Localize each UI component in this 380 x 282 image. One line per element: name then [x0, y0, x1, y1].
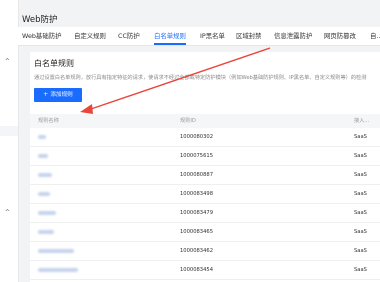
tab-whitelist-rules[interactable]: 白名单规则 [154, 27, 186, 45]
rule-id: 1000083462 [180, 248, 214, 254]
column-header-rule-id: 规则ID [180, 118, 196, 124]
rule-name-redacted [38, 223, 54, 241]
whitelist-card: 白名单规则 通过设置白名单规则，放行具有指定特征的请求，使请求不经过全部或特定防… [30, 52, 380, 282]
table-row[interactable]: 1000075615 SaaS [30, 147, 380, 166]
rule-access: SaaS [354, 267, 367, 273]
rule-id: 1000080302 [180, 134, 214, 140]
table-header: 规则名称 规则ID 接入... [30, 114, 380, 128]
column-header-rule-name: 规则名称 [38, 118, 59, 124]
table-row[interactable]: 1000083498 SaaS [30, 185, 380, 204]
main-content: Web防护 Web基础防护 自定义规则 CC防护 白名单规则 IP黑名单 区域封… [18, 0, 380, 282]
sidebar-active-item[interactable] [0, 126, 18, 136]
tab-web-basic[interactable]: Web基础防护 [22, 27, 62, 45]
rule-name-redacted [38, 147, 48, 165]
tab-custom-rules[interactable]: 自定义规则 [74, 27, 106, 45]
rule-access: SaaS [354, 172, 367, 178]
rule-name-redacted [38, 261, 78, 279]
rule-name-redacted [38, 242, 74, 260]
column-header-access: 接入... [354, 118, 370, 124]
rule-access: SaaS [354, 248, 367, 254]
rule-access: SaaS [354, 210, 367, 216]
tab-info-leak[interactable]: 信息泄露防护 [274, 27, 312, 45]
tab-cc-protection[interactable]: CC防护 [118, 27, 140, 45]
rule-id: 1000080887 [180, 172, 214, 178]
table-row[interactable]: 1000083479 SaaS [30, 204, 380, 223]
rule-id: 1000083454 [180, 267, 214, 273]
section-description: 通过设置白名单规则，放行具有指定特征的请求，使请求不经过全部或特定防护模块（例如… [34, 75, 367, 81]
waf-console: ⌃ ⌃ Web防护 Web基础防护 自定义规则 CC防护 白名单规则 IP黑名单… [0, 0, 380, 282]
chevron-up-icon[interactable]: ⌃ [4, 58, 11, 66]
table-row[interactable]: 1000080302 SaaS [30, 128, 380, 147]
rule-name-redacted [38, 185, 50, 203]
tab-ip-blacklist[interactable]: IP黑名单 [200, 27, 225, 45]
tab-more[interactable]: 自... [370, 27, 380, 45]
table-row[interactable]: 1000083454 SaaS [30, 261, 380, 280]
left-sidebar: ⌃ ⌃ [0, 0, 19, 282]
table-row[interactable]: 1000080887 SaaS [30, 166, 380, 185]
table-row[interactable]: 1000083465 SaaS [30, 223, 380, 242]
rule-id: 1000083498 [180, 191, 214, 197]
plus-icon: + [43, 91, 49, 98]
section-title: 白名单规则 [34, 59, 74, 68]
rule-access: SaaS [354, 191, 367, 197]
table-row[interactable]: 1000083462 SaaS [30, 242, 380, 261]
add-rule-label: 添加规则 [50, 92, 73, 98]
rule-access: SaaS [354, 134, 367, 140]
page-title: Web防护 [22, 15, 58, 25]
rule-id: 1000075615 [180, 153, 214, 159]
tab-bar: Web基础防护 自定义规则 CC防护 白名单规则 IP黑名单 区域封禁 信息泄露… [18, 27, 380, 46]
chevron-up-icon[interactable]: ⌃ [4, 209, 11, 217]
add-rule-button[interactable]: + 添加规则 [34, 88, 82, 102]
tab-geo-block[interactable]: 区域封禁 [236, 27, 262, 45]
rule-name-redacted [38, 166, 52, 184]
rule-id: 1000083479 [180, 210, 214, 216]
rule-name-redacted [38, 204, 56, 222]
rule-name-redacted [38, 128, 46, 146]
rule-id: 1000083465 [180, 229, 214, 235]
tab-anti-tamper[interactable]: 网页防篡改 [324, 27, 356, 45]
rule-access: SaaS [354, 153, 367, 159]
rule-access: SaaS [354, 229, 367, 235]
